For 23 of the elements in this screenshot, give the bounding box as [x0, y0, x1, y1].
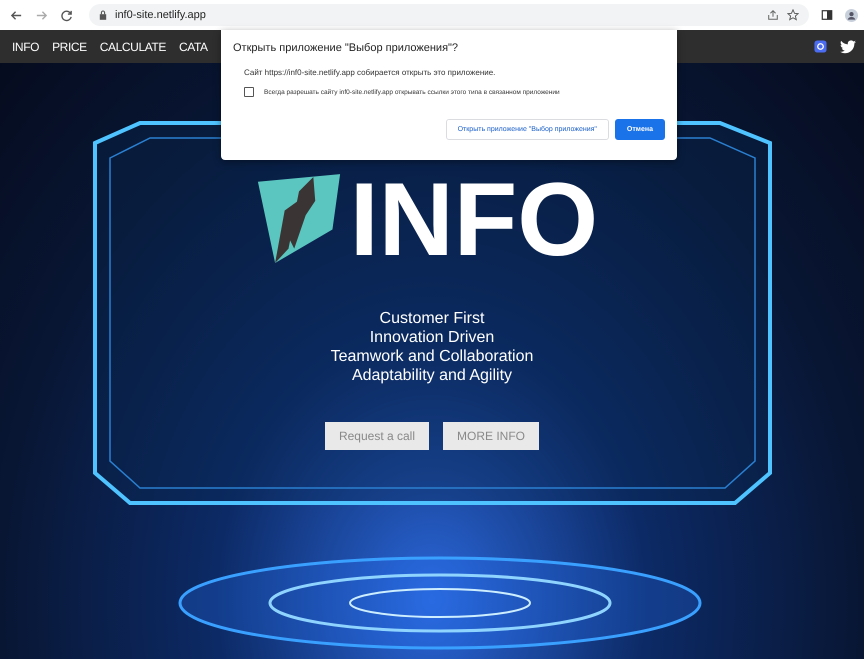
reload-icon[interactable]: [60, 8, 73, 22]
nav-link[interactable]: CATA: [178, 40, 208, 54]
tagline-text: Customer First: [380, 309, 484, 328]
tagline-text: Teamwork and Collaboration: [330, 347, 534, 366]
back-arrow-icon[interactable]: [10, 8, 23, 22]
bird-icon[interactable]: [840, 40, 856, 54]
url-text: inf0-site.netlify.app: [115, 9, 206, 21]
side-panel-icon[interactable]: [821, 9, 833, 21]
nav-link[interactable]: CALCULATE: [100, 40, 166, 54]
tagline-text: Innovation Driven: [370, 328, 494, 347]
dialog-title: Открыть приложение "Выбор приложения"?: [233, 42, 460, 54]
nav-link[interactable]: PRICE: [52, 40, 87, 54]
nav-link[interactable]: INFO: [12, 40, 40, 54]
camera-icon[interactable]: [814, 40, 827, 53]
hero-title: INFO: [350, 175, 598, 265]
share-icon[interactable]: [767, 9, 779, 21]
profile-icon[interactable]: [845, 8, 858, 22]
checkbox[interactable]: [244, 87, 254, 97]
dialog-message: Сайт https://inf0-site.netlify.app собирается открыть это приложение.: [244, 68, 496, 77]
tagline-text: Adaptability and Agility: [352, 366, 512, 385]
lock-icon: [99, 10, 107, 20]
address-bar[interactable]: inf0-site.netlify.app: [89, 4, 809, 26]
star-icon[interactable]: [787, 9, 799, 21]
